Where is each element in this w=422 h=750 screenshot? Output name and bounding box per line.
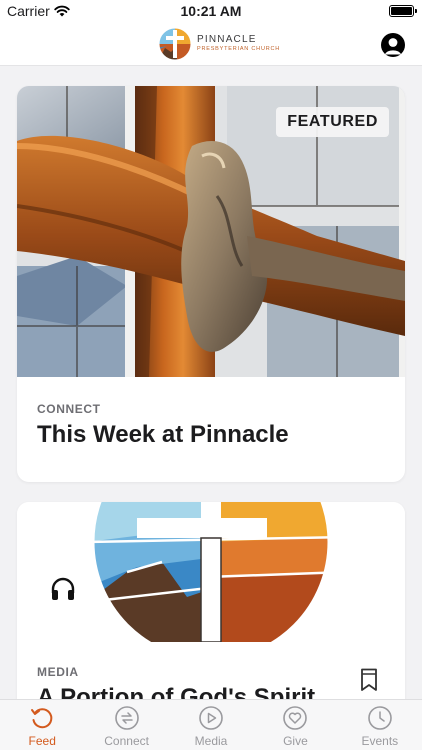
card-category: CONNECT [37, 402, 101, 416]
user-icon [385, 38, 401, 55]
tab-label: Connect [104, 734, 149, 748]
tab-connect[interactable]: Connect [84, 700, 168, 750]
featured-badge: FEATURED [276, 107, 389, 137]
tab-feed[interactable]: Feed [0, 700, 84, 750]
nav-bar: PINNACLE PRESBYTERIAN CHURCH [0, 22, 422, 66]
tab-label: Media [194, 734, 228, 748]
church-logo[interactable]: PINNACLE PRESBYTERIAN CHURCH [157, 26, 280, 62]
tab-label: Events [361, 734, 399, 748]
logo-name: PINNACLE [197, 34, 257, 46]
tab-media[interactable]: Media [169, 700, 253, 750]
status-bar: Carrier 10:21 AM [0, 0, 422, 22]
bookmark-icon[interactable] [360, 668, 378, 692]
profile-button[interactable] [381, 33, 405, 57]
heart-icon [283, 706, 308, 730]
tab-label: Feed [28, 734, 56, 748]
sermon-artwork [17, 502, 405, 642]
play-icon [199, 706, 223, 730]
headphones-icon [51, 577, 75, 600]
card-title: This Week at Pinnacle [37, 421, 289, 448]
feed-icon [31, 708, 53, 729]
card-category: MEDIA [37, 665, 79, 679]
featured-card[interactable]: FEATURED CONNECT This Week at Pinnacle [17, 86, 405, 482]
clock-icon [368, 706, 392, 730]
tab-events[interactable]: Events [338, 700, 422, 750]
tab-give[interactable]: Give [253, 700, 337, 750]
logo-subtitle: PRESBYTERIAN CHURCH [197, 46, 281, 53]
tab-label: Give [283, 734, 308, 748]
connect-icon [114, 706, 139, 730]
tab-bar: Feed Connect Media Give Events [0, 699, 422, 750]
logo-mark-icon [158, 27, 192, 61]
status-time: 10:21 AM [180, 3, 242, 19]
battery-icon [389, 5, 417, 17]
